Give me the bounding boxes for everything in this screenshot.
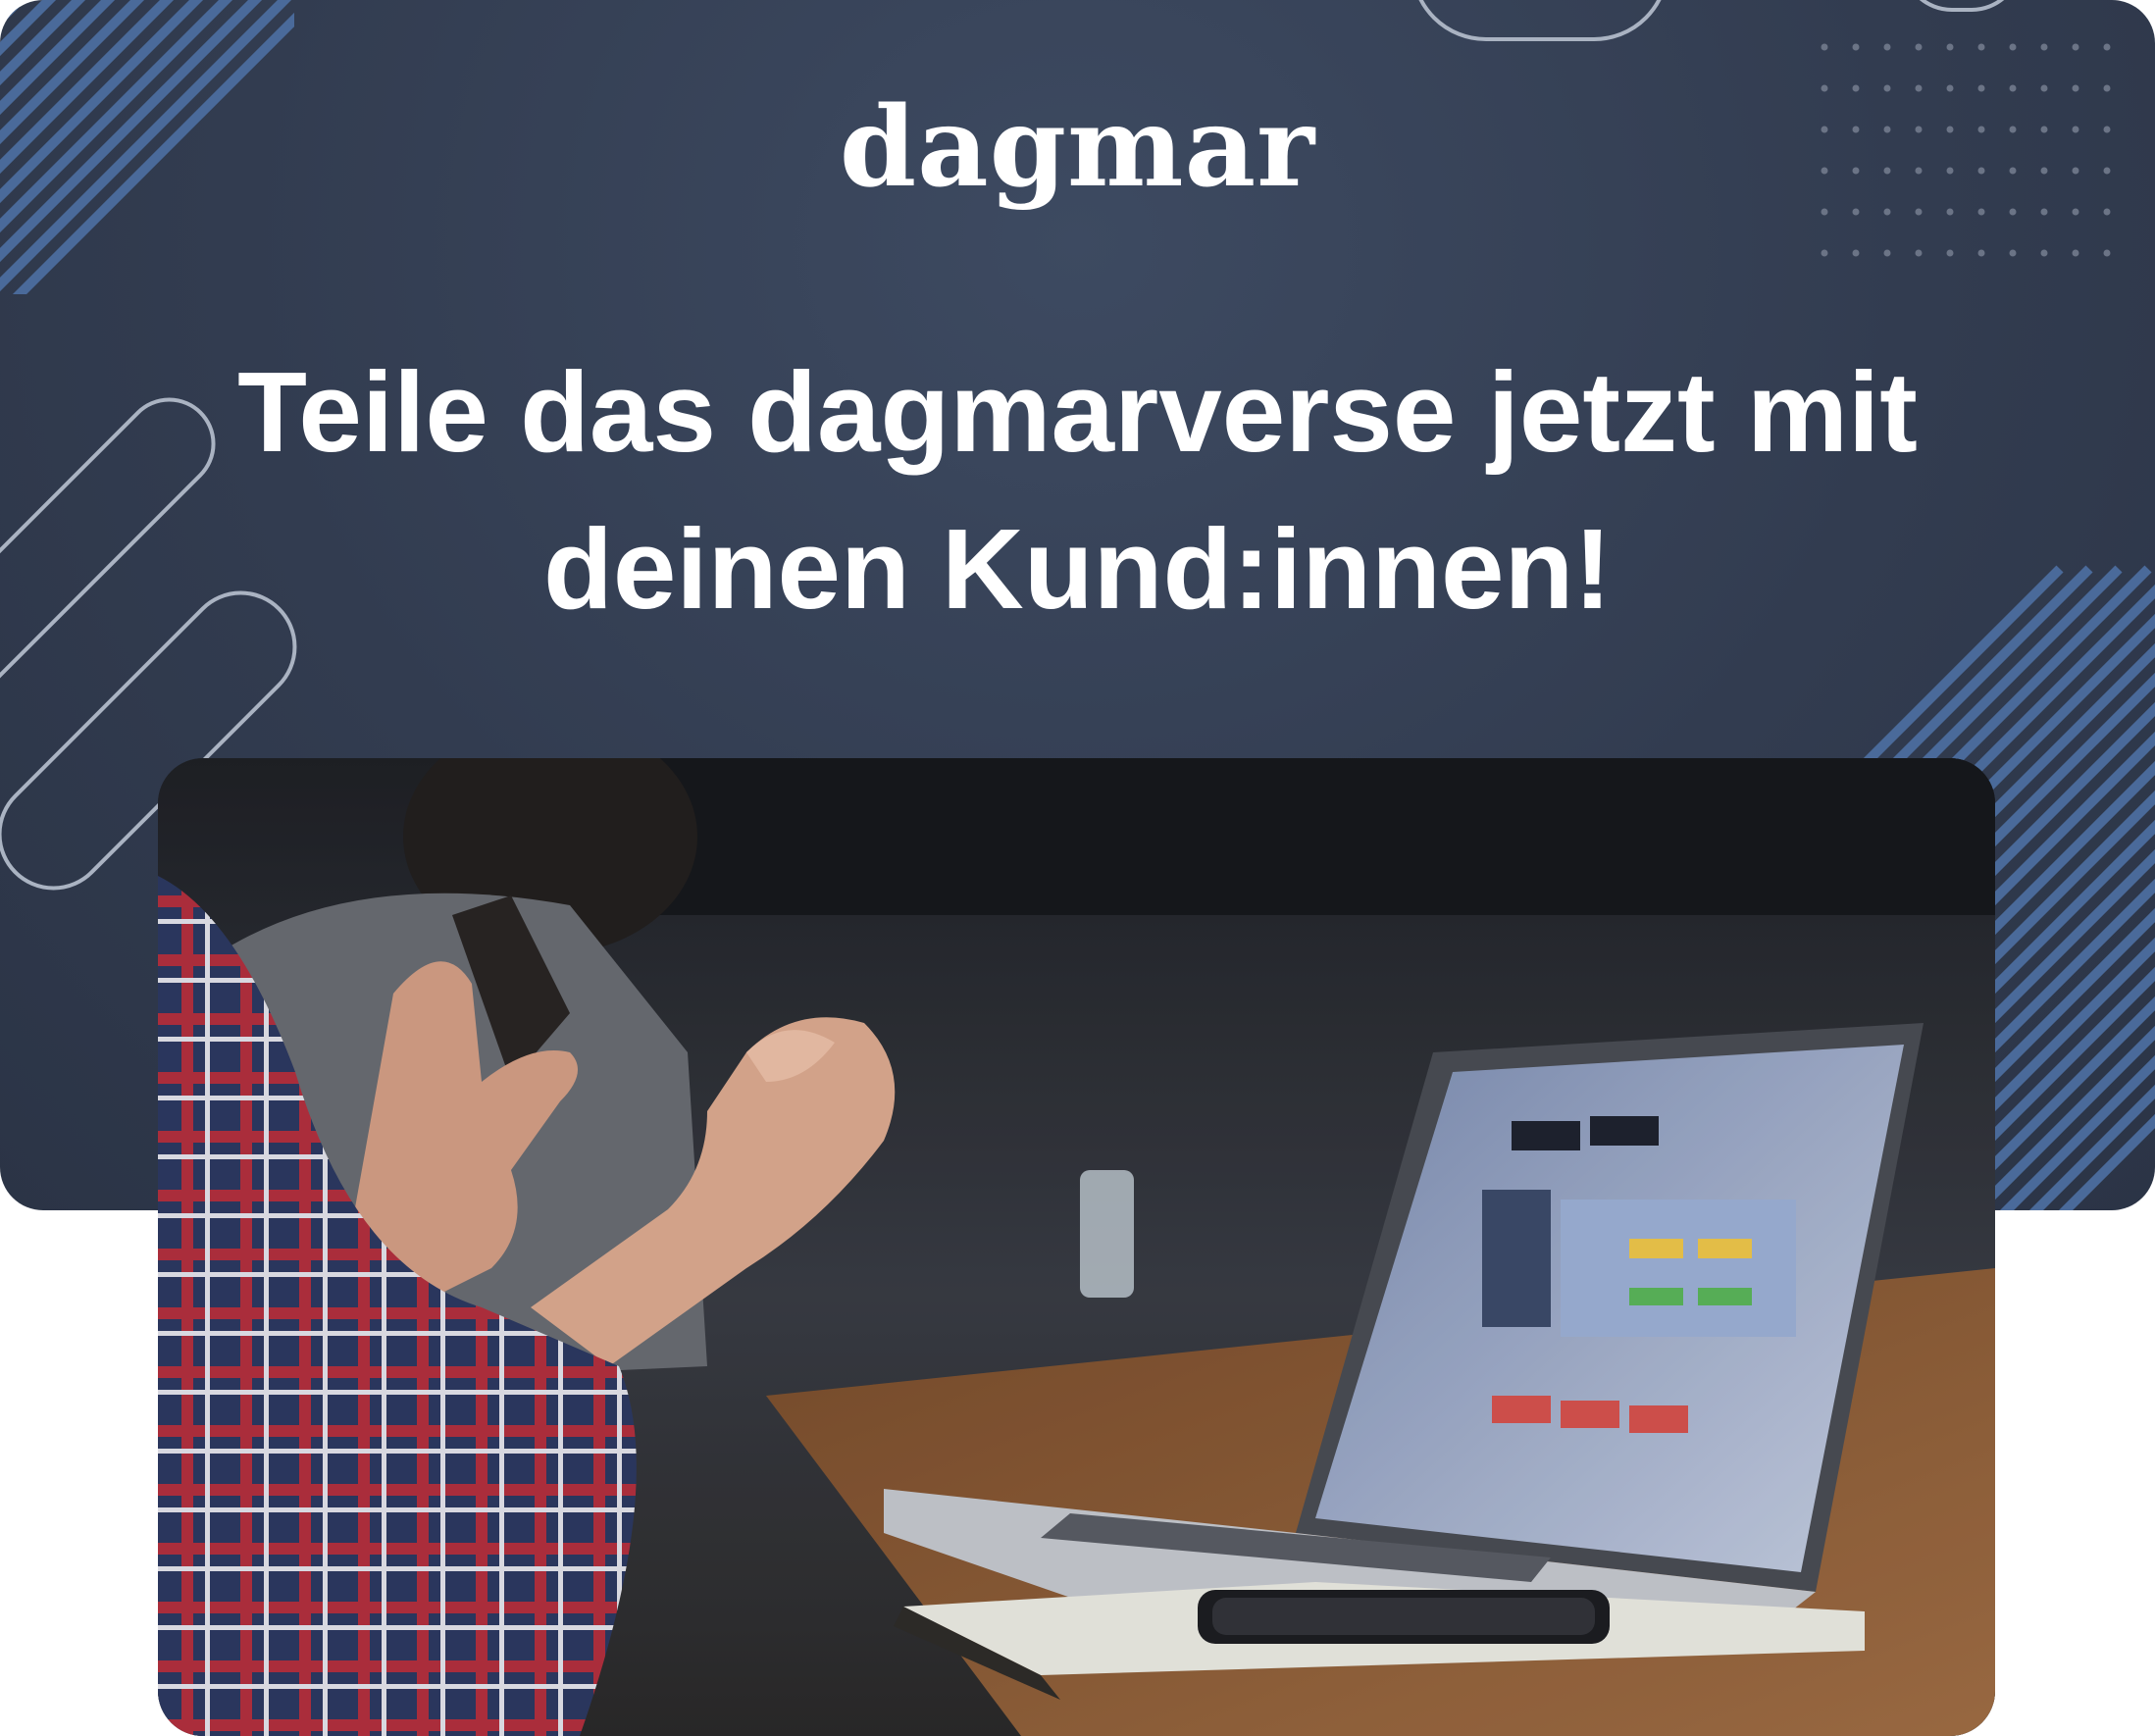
headline: Teile das dagmarverse jetzt mit deinen K… (0, 333, 2155, 647)
headline-line-1: Teile das dagmarverse jetzt mit (237, 348, 1918, 476)
meeting-photo-illustration (158, 758, 1995, 1736)
capsules-top (1418, 0, 2005, 41)
brand-logo: dagmar (839, 83, 1316, 212)
meeting-photo (158, 758, 1995, 1736)
headline-line-2: deinen Kund:innen! (543, 505, 1612, 633)
